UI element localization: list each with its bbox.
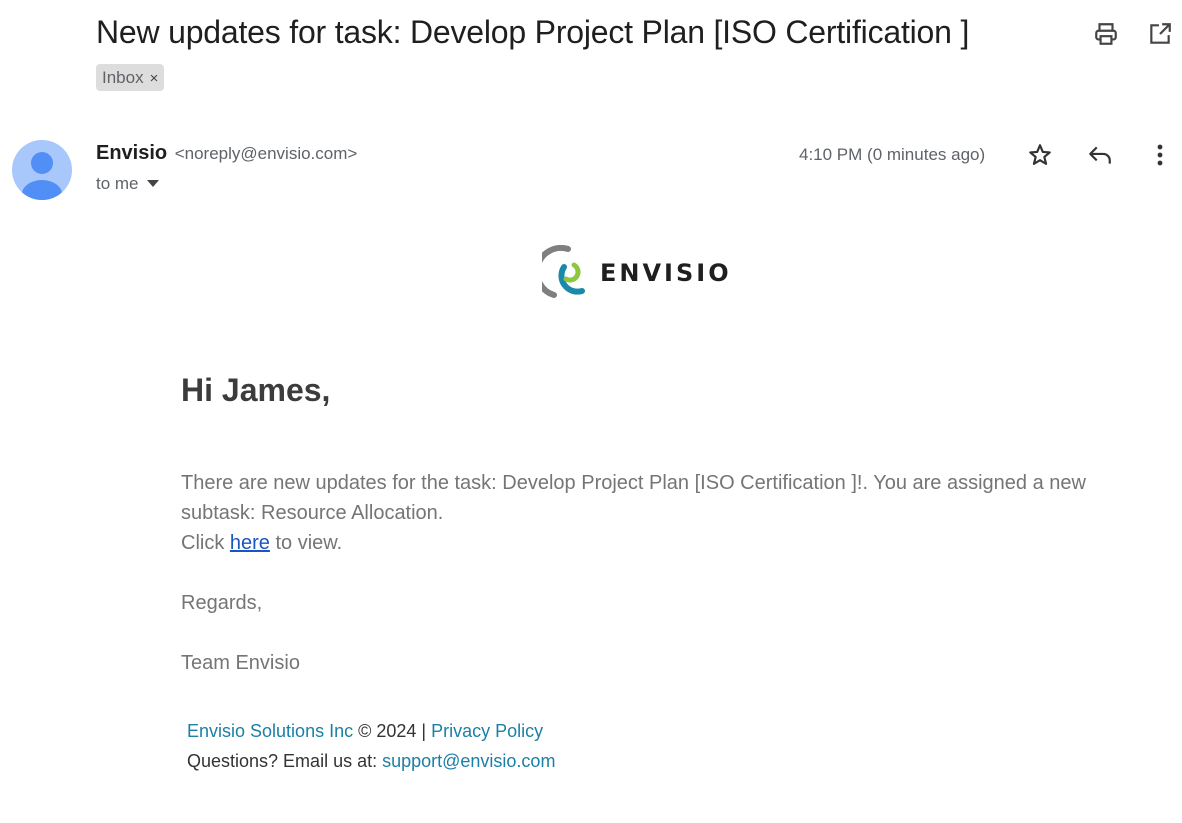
reply-icon[interactable] bbox=[1086, 141, 1114, 169]
remove-label-icon[interactable]: × bbox=[150, 71, 159, 86]
envisio-logo-mark bbox=[542, 245, 585, 298]
recipient-details-toggle[interactable]: to me bbox=[96, 174, 159, 194]
click-suffix: to view. bbox=[269, 532, 343, 554]
copyright-text: © 2024 | bbox=[353, 721, 432, 741]
view-task-link[interactable]: here bbox=[230, 532, 270, 554]
star-icon[interactable] bbox=[1026, 141, 1054, 169]
questions-text: Questions? Email us at: bbox=[187, 751, 383, 771]
company-link[interactable]: Envisio Solutions Inc bbox=[187, 721, 353, 741]
person-icon bbox=[22, 152, 62, 200]
envisio-logo: ENVISIO bbox=[542, 245, 732, 301]
logo-wordmark: ENVISIO bbox=[600, 259, 732, 287]
click-prefix: Click bbox=[181, 532, 230, 554]
printer-icon[interactable] bbox=[1092, 20, 1120, 48]
message-timestamp: 4:10 PM (0 minutes ago) bbox=[799, 145, 986, 164]
body-paragraph: There are new updates for the task: Deve… bbox=[181, 472, 1086, 524]
sender-name[interactable]: Envisio bbox=[96, 142, 167, 164]
open-in-new-window-icon[interactable] bbox=[1146, 20, 1174, 48]
inbox-label-chip[interactable]: Inbox × bbox=[96, 64, 165, 91]
sender-line: Envisio <noreply@envisio.com> bbox=[96, 142, 357, 165]
privacy-policy-link[interactable]: Privacy Policy bbox=[431, 721, 543, 741]
label-text: Inbox bbox=[102, 67, 144, 87]
sender-email: <noreply@envisio.com> bbox=[174, 144, 358, 163]
more-vertical-icon[interactable] bbox=[1146, 141, 1174, 169]
subject-toolbar bbox=[1092, 20, 1174, 48]
sender-avatar[interactable] bbox=[12, 140, 72, 200]
chevron-down-icon bbox=[146, 180, 159, 187]
click-line: Click here to view. bbox=[181, 528, 1101, 558]
recipient-text: to me bbox=[96, 174, 139, 193]
support-email-link[interactable]: support@envisio.com bbox=[382, 751, 555, 771]
team-signature: Team Envisio bbox=[181, 652, 300, 674]
email-greeting: Hi James, bbox=[181, 372, 331, 408]
footer-line-2: Questions? Email us at: support@envisio.… bbox=[187, 746, 555, 776]
message-actions bbox=[1026, 141, 1174, 169]
email-subject: New updates for task: Develop Project Pl… bbox=[96, 14, 970, 50]
regards-line: Regards, bbox=[181, 592, 263, 614]
email-footer: Envisio Solutions Inc © 2024 | Privacy P… bbox=[187, 716, 555, 776]
footer-line-1: Envisio Solutions Inc © 2024 | Privacy P… bbox=[187, 716, 555, 746]
email-body: There are new updates for the task: Deve… bbox=[181, 468, 1101, 678]
